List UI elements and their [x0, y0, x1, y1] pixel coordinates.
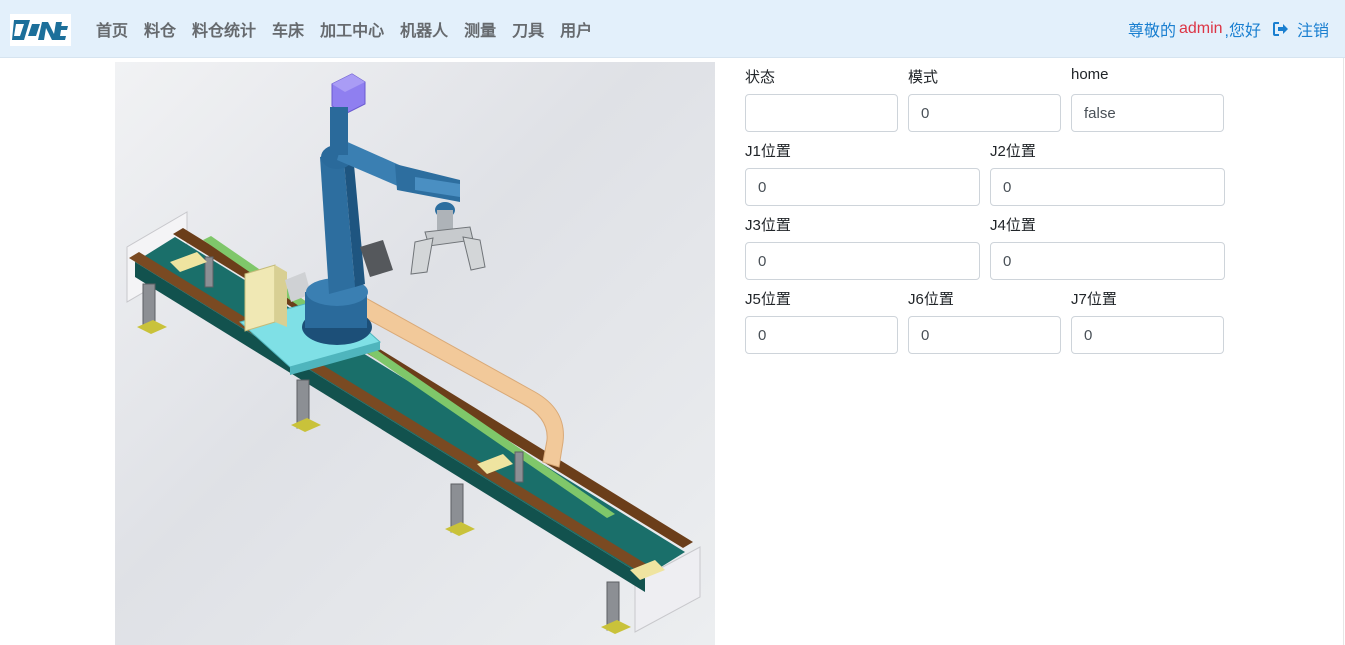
nav-users[interactable]: 用户 — [552, 17, 600, 41]
j5-field[interactable] — [745, 316, 898, 354]
state-field[interactable] — [745, 94, 898, 132]
j1-field[interactable] — [745, 168, 980, 206]
greeting-suffix: ,您好 — [1224, 23, 1261, 40]
j3-field[interactable] — [745, 242, 980, 280]
j4-label: J4位置 — [990, 217, 1036, 234]
user-greeting: 尊敬的 admin ,您好 注销 — [1128, 0, 1329, 58]
robot-gantry-illustration — [115, 62, 715, 645]
cnc-logo[interactable] — [10, 14, 71, 46]
j1-label: J1位置 — [745, 143, 791, 160]
j7-field[interactable] — [1071, 316, 1224, 354]
j4-field[interactable] — [990, 242, 1225, 280]
sign-out-icon — [1272, 22, 1288, 36]
home-label: home — [1071, 66, 1109, 83]
nav-tools[interactable]: 刀具 — [504, 17, 552, 41]
greeting-prefix: 尊敬的 — [1127, 23, 1176, 40]
j7-label: J7位置 — [1071, 291, 1117, 308]
j6-label: J6位置 — [908, 291, 954, 308]
state-label: 状态 — [745, 69, 776, 86]
nav-measurement[interactable]: 测量 — [456, 17, 504, 41]
j3-label: J3位置 — [745, 217, 791, 234]
j2-field[interactable] — [990, 168, 1225, 206]
mode-label: 模式 — [908, 69, 939, 86]
nav-machining-center[interactable]: 加工中心 — [312, 17, 392, 41]
j5-label: J5位置 — [745, 291, 791, 308]
top-navbar: 首页 料仓 料仓统计 车床 加工中心 机器人 测量 刀具 用户 尊敬的 admi… — [0, 0, 1345, 58]
mode-field[interactable] — [908, 94, 1061, 132]
page-edge-divider — [1343, 58, 1344, 645]
nav-storage[interactable]: 料仓 — [136, 17, 184, 41]
nav-robot[interactable]: 机器人 — [392, 17, 456, 41]
logout-link[interactable]: 注销 — [1272, 17, 1329, 41]
j6-field[interactable] — [908, 316, 1061, 354]
nav-home[interactable]: 首页 — [88, 17, 136, 41]
username: admin — [1178, 20, 1223, 37]
nav-lathe[interactable]: 车床 — [264, 17, 312, 41]
j2-label: J2位置 — [990, 143, 1036, 160]
nav-storage-stats[interactable]: 料仓统计 — [184, 17, 264, 41]
home-field[interactable] — [1071, 94, 1224, 132]
main-nav: 首页 料仓 料仓统计 车床 加工中心 机器人 测量 刀具 用户 — [88, 0, 600, 58]
logout-label: 注销 — [1296, 23, 1329, 40]
